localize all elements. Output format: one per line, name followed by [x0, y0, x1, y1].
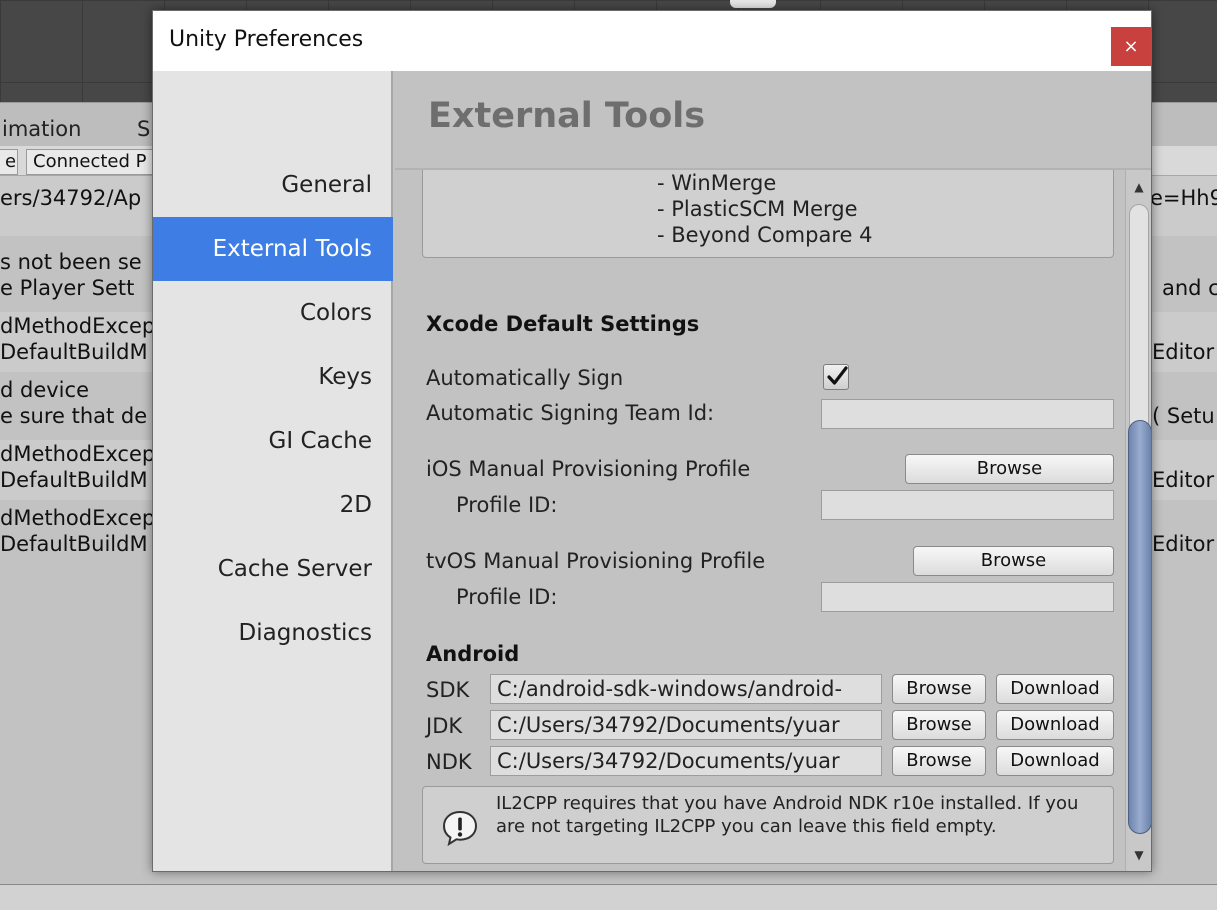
close-button[interactable]: × — [1111, 27, 1151, 66]
ndk-label: NDK — [426, 750, 472, 774]
jdk-browse-button[interactable]: Browse — [892, 710, 986, 740]
ios-profile-id-label: Profile ID: — [456, 493, 558, 517]
dialog-titlebar[interactable]: Unity Preferences × — [153, 11, 1151, 71]
sidebar-item-diagnostics[interactable]: Diagnostics — [153, 601, 393, 665]
sidebar-item-external-tools[interactable]: External Tools — [153, 217, 393, 281]
sdk-path-field[interactable]: C:/android-sdk-windows/android- — [490, 674, 882, 704]
settings-scroll-area[interactable]: - WinMerge - PlasticSCM Merge - Beyond C… — [395, 170, 1125, 871]
sdk-label: SDK — [426, 678, 470, 702]
scrollbar-track-upper[interactable] — [1129, 204, 1149, 434]
preferences-content: External Tools - WinMerge - PlasticSCM M… — [395, 71, 1151, 871]
merge-tool-item: - WinMerge — [657, 171, 777, 195]
sidebar-item-colors[interactable]: Colors — [153, 281, 393, 345]
console-toolbar-button[interactable]: e — [0, 149, 18, 175]
auto-sign-checkbox[interactable] — [823, 364, 849, 390]
scroll-up-arrow-icon[interactable]: ▲ — [1131, 180, 1147, 194]
editor-tab-s[interactable]: S — [137, 117, 150, 141]
dialog-title: Unity Preferences — [169, 27, 364, 52]
scene-gizmo — [730, 0, 776, 8]
jdk-label: JDK — [426, 714, 463, 738]
info-speech-bubble-icon — [442, 810, 478, 847]
unity-preferences-dialog: Unity Preferences × General External Too… — [152, 10, 1152, 872]
preferences-sidebar: General External Tools Colors Keys GI Ca… — [153, 71, 393, 871]
connected-player-button[interactable]: Connected P — [26, 149, 154, 175]
ndk-download-button[interactable]: Download — [996, 746, 1114, 776]
merge-tool-item: - Beyond Compare 4 — [657, 223, 873, 247]
jdk-download-button[interactable]: Download — [996, 710, 1114, 740]
sidebar-item-keys[interactable]: Keys — [153, 345, 393, 409]
ndk-browse-button[interactable]: Browse — [892, 746, 986, 776]
page-title: External Tools — [428, 96, 706, 136]
ndk-path-field[interactable]: C:/Users/34792/Documents/yuar — [490, 746, 882, 776]
sidebar-item-cache-server[interactable]: Cache Server — [153, 537, 393, 601]
jdk-path-field[interactable]: C:/Users/34792/Documents/yuar — [490, 710, 882, 740]
auto-sign-label: Automatically Sign — [426, 366, 624, 390]
editor-tab-animation[interactable]: imation — [2, 117, 81, 141]
merge-tool-item: - PlasticSCM Merge — [657, 197, 858, 221]
ios-profile-id-field[interactable] — [821, 490, 1114, 520]
ios-profile-label: iOS Manual Provisioning Profile — [426, 457, 751, 481]
sidebar-item-gi-cache[interactable]: GI Cache — [153, 409, 393, 473]
checkmark-icon — [827, 366, 848, 385]
sdk-download-button[interactable]: Download — [996, 674, 1114, 704]
xcode-heading: Xcode Default Settings — [426, 312, 700, 336]
team-id-field[interactable] — [821, 399, 1114, 429]
console-detail-area — [0, 884, 1217, 910]
vertical-scrollbar[interactable]: ▲ ▼ — [1125, 170, 1151, 871]
scroll-down-arrow-icon[interactable]: ▼ — [1131, 848, 1147, 862]
sidebar-item-general[interactable]: General — [153, 153, 393, 217]
sidebar-item-2d[interactable]: 2D — [153, 473, 393, 537]
tvos-profile-id-label: Profile ID: — [456, 585, 558, 609]
sdk-browse-button[interactable]: Browse — [892, 674, 986, 704]
merge-tools-box: - WinMerge - PlasticSCM Merge - Beyond C… — [422, 170, 1114, 258]
ios-profile-browse-button[interactable]: Browse — [905, 454, 1114, 484]
team-id-label: Automatic Signing Team Id: — [426, 401, 715, 425]
scrollbar-thumb[interactable] — [1128, 420, 1151, 834]
il2cpp-help-text: IL2CPP requires that you have Android ND… — [496, 793, 1079, 837]
il2cpp-help-box: IL2CPP requires that you have Android ND… — [422, 786, 1114, 864]
android-heading: Android — [426, 642, 520, 666]
tvos-profile-label: tvOS Manual Provisioning Profile — [426, 549, 766, 573]
tvos-profile-browse-button[interactable]: Browse — [913, 546, 1114, 576]
tvos-profile-id-field[interactable] — [821, 582, 1114, 612]
